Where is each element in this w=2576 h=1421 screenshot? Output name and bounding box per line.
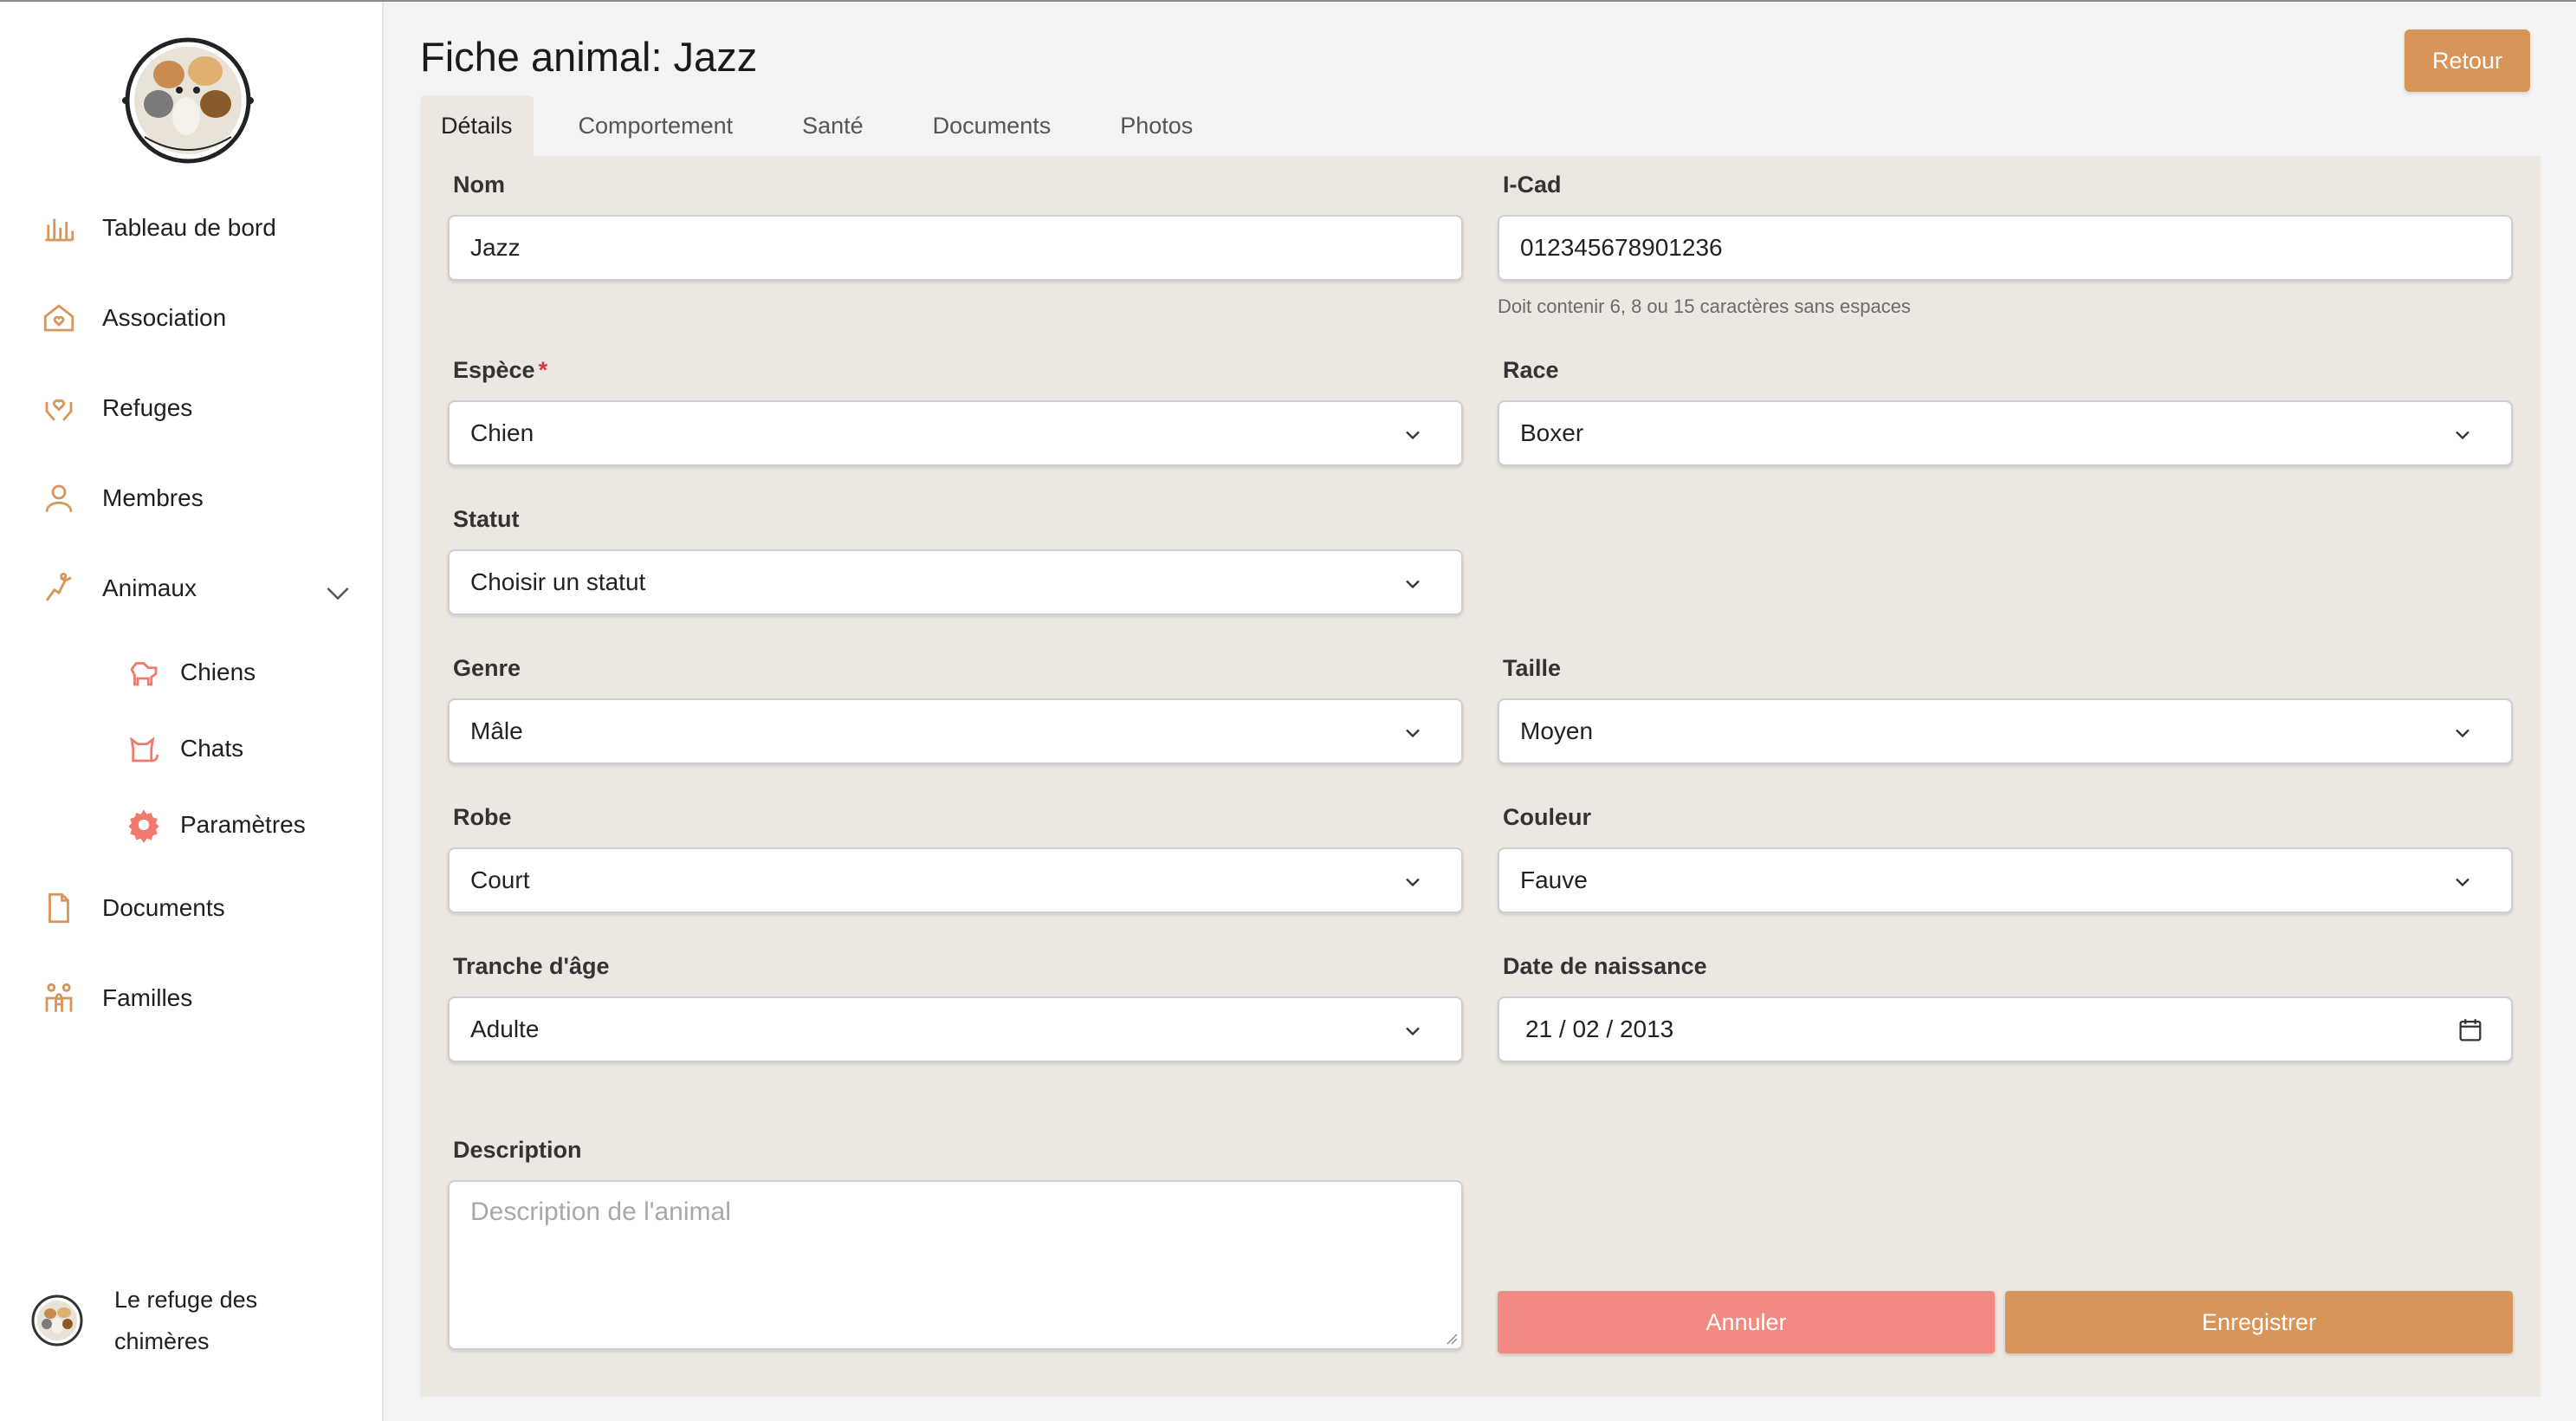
espece-label: Espèce * bbox=[453, 357, 547, 384]
couleur-select[interactable]: Fauve bbox=[1498, 847, 2513, 913]
tranche-age-select[interactable]: Adulte bbox=[448, 996, 1463, 1062]
sidebar-item-label: Membres bbox=[102, 484, 204, 511]
save-button[interactable]: Enregistrer bbox=[2005, 1291, 2513, 1353]
tab-comportement[interactable]: Comportement bbox=[534, 95, 768, 156]
tab-sante[interactable]: Santé bbox=[767, 95, 898, 156]
hands-heart-icon bbox=[40, 389, 78, 427]
resize-handle-icon[interactable] bbox=[1442, 1329, 1458, 1345]
family-icon bbox=[40, 979, 78, 1017]
sidebar-item-parametres[interactable]: Paramètres bbox=[125, 799, 306, 851]
nom-field[interactable]: Jazz bbox=[448, 215, 1463, 281]
chevron-down-icon bbox=[1406, 1027, 1420, 1036]
sidebar-item-label: Association bbox=[102, 304, 227, 331]
race-value: Boxer bbox=[1520, 419, 1584, 446]
calendar-icon[interactable] bbox=[2456, 1015, 2485, 1045]
sidebar-item-tableau-de-bord[interactable]: Tableau de bord bbox=[40, 202, 276, 254]
icad-label: I-Cad bbox=[1503, 172, 1562, 198]
sidebar-item-documents[interactable]: Documents bbox=[40, 882, 225, 934]
sidebar-item-refuges[interactable]: Refuges bbox=[40, 382, 192, 434]
cancel-button[interactable]: Annuler bbox=[1498, 1291, 1995, 1353]
sidebar: Tableau de bord Association Refuges Memb… bbox=[0, 2, 384, 1421]
back-button[interactable]: Retour bbox=[2404, 29, 2530, 92]
taille-value: Moyen bbox=[1520, 717, 1594, 744]
icad-field[interactable]: 012345678901236 bbox=[1498, 215, 2513, 281]
sidebar-item-label: Documents bbox=[102, 894, 225, 921]
robe-value: Court bbox=[470, 866, 530, 893]
association-logo[interactable] bbox=[119, 33, 257, 165]
chevron-down-icon bbox=[2456, 431, 2469, 440]
icad-hint: Doit contenir 6, 8 ou 15 caractères sans… bbox=[1498, 295, 1911, 317]
sidebar-item-label: Chats bbox=[180, 735, 244, 762]
robe-label: Robe bbox=[453, 804, 512, 830]
statut-value: Choisir un statut bbox=[470, 568, 646, 595]
chevron-down-icon bbox=[2456, 878, 2469, 887]
description-textarea[interactable]: Description de l'animal bbox=[448, 1180, 1463, 1350]
couleur-label: Couleur bbox=[1503, 804, 1592, 830]
sidebar-item-membres[interactable]: Membres bbox=[40, 472, 204, 524]
description-label: Description bbox=[453, 1137, 582, 1163]
taille-select[interactable]: Moyen bbox=[1498, 698, 2513, 764]
cat-icon bbox=[125, 730, 163, 768]
tranche-age-label: Tranche d'âge bbox=[453, 953, 610, 979]
date-naissance-value: 21 / 02 / 2013 bbox=[1525, 1015, 1674, 1042]
avatar bbox=[31, 1294, 83, 1346]
user-icon bbox=[40, 479, 78, 517]
sidebar-item-chiens[interactable]: Chiens bbox=[125, 646, 256, 698]
sidebar-item-label: Paramètres bbox=[180, 811, 306, 838]
chevron-down-icon bbox=[1406, 729, 1420, 738]
robe-select[interactable]: Court bbox=[448, 847, 1463, 913]
tab-documents[interactable]: Documents bbox=[898, 95, 1086, 156]
race-label: Race bbox=[1503, 357, 1559, 383]
taille-label: Taille bbox=[1503, 655, 1562, 681]
required-marker: * bbox=[538, 357, 548, 383]
race-select[interactable]: Boxer bbox=[1498, 400, 2513, 466]
document-icon bbox=[40, 889, 78, 927]
animal-run-icon bbox=[40, 569, 78, 607]
page-title: Fiche animal: Jazz bbox=[420, 34, 758, 80]
genre-label: Genre bbox=[453, 655, 521, 681]
date-naissance-label: Date de naissance bbox=[1503, 953, 1707, 979]
sidebar-item-association[interactable]: Association bbox=[40, 292, 226, 344]
espece-label-text: Espèce bbox=[453, 357, 535, 383]
couleur-value: Fauve bbox=[1520, 866, 1588, 893]
sidebar-item-familles[interactable]: Familles bbox=[40, 972, 192, 1024]
chevron-down-icon bbox=[2456, 729, 2469, 738]
sidebar-item-animaux[interactable]: Animaux bbox=[40, 562, 197, 614]
chevron-down-icon bbox=[1406, 580, 1420, 589]
user-name: Le refuge des chimères bbox=[114, 1287, 258, 1354]
tab-photos[interactable]: Photos bbox=[1085, 95, 1227, 156]
statut-select[interactable]: Choisir un statut bbox=[448, 549, 1463, 615]
gear-icon bbox=[125, 806, 163, 844]
dog-icon bbox=[125, 653, 163, 691]
chevron-down-icon[interactable] bbox=[320, 575, 355, 610]
sidebar-item-label: Familles bbox=[102, 984, 193, 1011]
espece-value: Chien bbox=[470, 419, 534, 446]
tab-bar: Détails Comportement Santé Documents Pho… bbox=[420, 95, 1227, 156]
sidebar-item-label: Animaux bbox=[102, 574, 197, 601]
nom-value: Jazz bbox=[470, 234, 521, 261]
genre-select[interactable]: Mâle bbox=[448, 698, 1463, 764]
sidebar-item-chats[interactable]: Chats bbox=[125, 723, 243, 775]
icad-value: 012345678901236 bbox=[1520, 234, 1723, 261]
chevron-down-icon bbox=[1406, 431, 1420, 440]
tranche-age-value: Adulte bbox=[470, 1015, 540, 1042]
sidebar-item-label: Refuges bbox=[102, 394, 193, 421]
house-heart-icon bbox=[40, 299, 78, 337]
chevron-down-icon bbox=[1406, 878, 1420, 887]
date-naissance-field[interactable]: 21 / 02 / 2013 bbox=[1498, 996, 2513, 1062]
tab-details[interactable]: Détails bbox=[420, 95, 534, 156]
genre-value: Mâle bbox=[470, 717, 523, 744]
details-form: Nom Jazz I-Cad 012345678901236 Doit cont… bbox=[420, 156, 2540, 1397]
espece-select[interactable]: Chien bbox=[448, 400, 1463, 466]
description-placeholder: Description de l'animal bbox=[470, 1197, 731, 1226]
chart-bar-icon bbox=[40, 209, 78, 247]
sidebar-item-label: Chiens bbox=[180, 659, 256, 685]
sidebar-item-label: Tableau de bord bbox=[102, 214, 276, 241]
statut-label: Statut bbox=[453, 506, 520, 532]
user-profile[interactable]: Le refuge des chimères bbox=[31, 1279, 305, 1362]
nom-label: Nom bbox=[453, 172, 505, 198]
